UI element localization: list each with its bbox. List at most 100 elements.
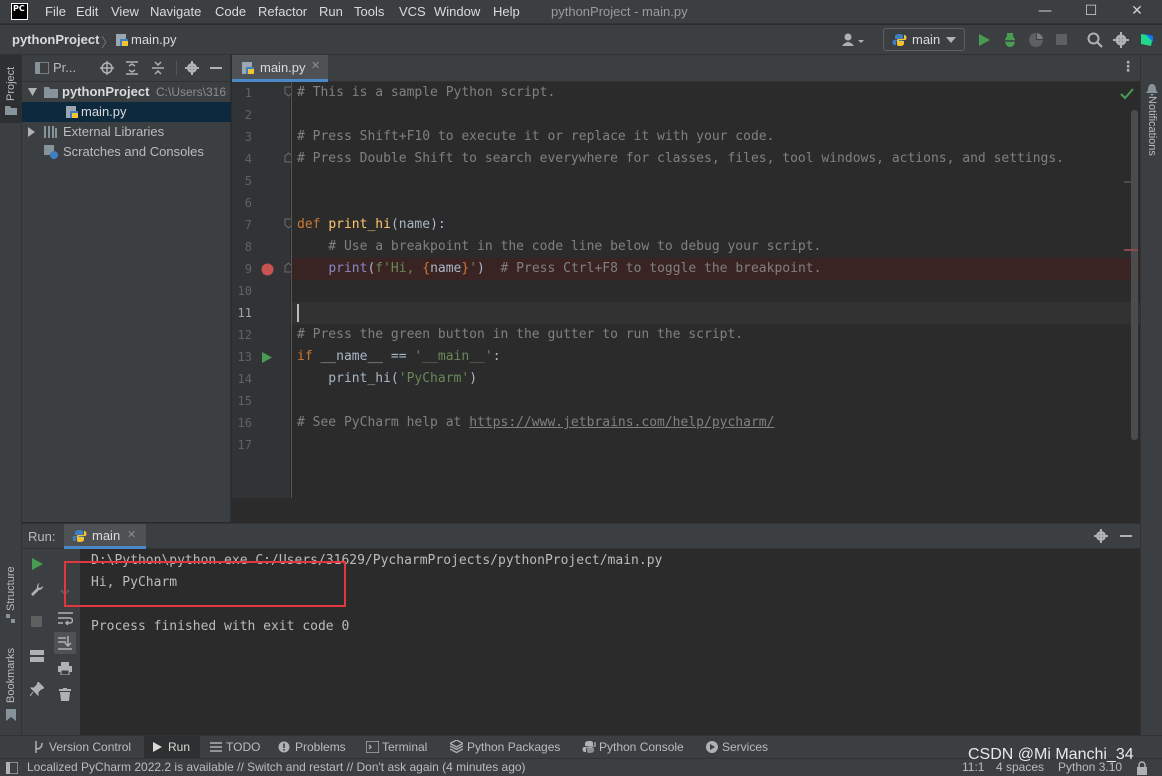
tool-python-packages[interactable]: Python Packages [446, 736, 566, 758]
structure-strip-label: Structure [5, 566, 17, 611]
project-view-icon [35, 62, 49, 74]
rerun-icon[interactable] [32, 558, 43, 570]
menu-edit[interactable]: Edit [76, 4, 98, 19]
minimize-button[interactable]: — [1022, 0, 1068, 24]
line-number: 17 [237, 438, 252, 452]
tool-version-control[interactable]: Version Control [30, 736, 138, 758]
menu-navigate[interactable]: Navigate [150, 4, 201, 19]
run-tab-main[interactable]: main ✕ [64, 524, 146, 549]
project-view-selector[interactable]: Pr... [53, 60, 76, 75]
collapse-all-icon[interactable] [152, 61, 164, 75]
maximize-button[interactable]: ☐ [1068, 0, 1114, 24]
tree-item-external-libraries[interactable]: External Libraries [22, 122, 231, 142]
tool-problems[interactable]: Problems [274, 736, 354, 758]
code-token: : [492, 349, 501, 364]
title-bar: PC File Edit View Navigate Code Refactor… [0, 0, 1162, 24]
jetbrains-toolbox-icon[interactable] [1139, 32, 1155, 48]
tree-item-main-py[interactable]: main.py [22, 102, 231, 122]
library-icon [44, 126, 57, 138]
keyword: if [297, 349, 313, 364]
menu-run[interactable]: Run [319, 4, 343, 19]
string-token: f'Hi, [375, 261, 423, 276]
wrench-icon[interactable] [30, 582, 44, 596]
line-number: 6 [244, 196, 252, 210]
bookmarks-toolwindow-button[interactable]: Bookmarks [0, 641, 22, 721]
close-button[interactable]: ✕ [1114, 0, 1160, 24]
line-number: 9 [244, 262, 252, 276]
soft-wrap-icon[interactable] [58, 611, 73, 625]
project-strip-label: Project [5, 66, 17, 101]
code-line: # This is a sample Python script. [297, 85, 556, 100]
run-icon [153, 742, 162, 752]
run-config-name: main [912, 32, 941, 47]
tool-python-console[interactable]: Python Console [578, 736, 690, 758]
status-window-icon[interactable] [6, 762, 18, 774]
tab-main-py[interactable]: main.py ✕ [232, 55, 328, 82]
breadcrumb-file[interactable]: main.py [131, 32, 177, 47]
editor-scrollbar[interactable] [1131, 110, 1138, 440]
lock-icon[interactable] [1136, 761, 1148, 775]
expand-all-icon[interactable] [126, 61, 138, 75]
menu-help[interactable]: Help [493, 4, 520, 19]
tree-item-scratches[interactable]: Scratches and Consoles [22, 142, 231, 162]
gutter-run-icon[interactable] [262, 352, 272, 363]
search-icon[interactable] [1087, 32, 1103, 48]
pin-icon[interactable] [30, 682, 44, 696]
close-tab-icon[interactable]: ✕ [127, 528, 136, 541]
stop-icon[interactable] [1056, 34, 1068, 46]
breadcrumb-project[interactable]: pythonProject [12, 32, 99, 47]
stop-icon[interactable] [31, 616, 43, 628]
code-editor[interactable]: # This is a sample Python script. # Pres… [291, 82, 1140, 498]
add-user-icon[interactable] [840, 32, 866, 48]
settings-gear-icon[interactable] [1094, 529, 1108, 543]
settings-gear-icon[interactable] [185, 61, 199, 75]
tree-item-label: External Libraries [63, 124, 165, 139]
scroll-marker [1124, 181, 1138, 183]
help-link[interactable]: https://www.jetbrains.com/help/pycharm/ [469, 415, 774, 430]
code-line: if __name__ == '__main__': [297, 349, 501, 364]
tool-todo[interactable]: TODO [206, 736, 266, 758]
left-tool-strip: Project Structure Bookmarks [0, 55, 22, 735]
hide-panel-icon[interactable] [1120, 535, 1132, 537]
more-options-icon[interactable]: ⋮ [1121, 59, 1135, 75]
project-root-path: C:\Users\316 [156, 85, 227, 99]
structure-toolwindow-button[interactable]: Structure [0, 555, 22, 625]
line-number: 1 [244, 86, 252, 100]
project-toolwindow-button[interactable]: Project [0, 55, 22, 123]
text-caret [297, 304, 299, 322]
code-token: __name__ == [312, 349, 415, 364]
tool-services[interactable]: Services [702, 736, 774, 758]
line-number: 8 [244, 240, 252, 254]
line-number: 12 [237, 328, 252, 342]
locate-icon[interactable] [100, 61, 114, 75]
tool-label: Version Control [49, 740, 132, 754]
run-config-selector[interactable]: main [883, 28, 965, 51]
gear-icon[interactable] [1113, 32, 1129, 48]
hide-panel-icon[interactable] [210, 67, 222, 69]
layout-icon[interactable] [30, 650, 44, 662]
tool-run[interactable]: Run [144, 736, 200, 758]
menu-vcs[interactable]: VCS [399, 4, 426, 19]
collapsed-arrow-icon [28, 127, 35, 137]
notifications-strip-label: Notifications [1146, 96, 1158, 156]
run-icon[interactable] [977, 33, 991, 47]
code-line: print(f'Hi, {name}') # Press Ctrl+F8 to … [297, 261, 821, 276]
close-tab-icon[interactable]: ✕ [311, 59, 320, 72]
menu-refactor[interactable]: Refactor [258, 4, 307, 19]
menu-tools[interactable]: Tools [354, 4, 384, 19]
status-message[interactable]: Localized PyCharm 2022.2 is available //… [27, 760, 526, 774]
tree-item-label: main.py [81, 104, 127, 119]
scroll-to-end-button[interactable] [54, 632, 76, 654]
tool-terminal[interactable]: Terminal [362, 736, 438, 758]
debug-icon[interactable] [1002, 32, 1018, 48]
breakpoint-icon[interactable] [261, 263, 274, 276]
notifications-toolwindow-button[interactable]: Notifications [1141, 82, 1162, 156]
tree-item-project-root[interactable]: pythonProject C:\Users\316 [22, 82, 231, 102]
coverage-icon[interactable] [1028, 32, 1044, 48]
menu-code[interactable]: Code [215, 4, 246, 19]
menu-view[interactable]: View [111, 4, 139, 19]
print-icon[interactable] [58, 662, 72, 675]
menu-window[interactable]: Window [434, 4, 480, 19]
trash-icon[interactable] [59, 688, 71, 701]
menu-file[interactable]: File [45, 4, 66, 19]
